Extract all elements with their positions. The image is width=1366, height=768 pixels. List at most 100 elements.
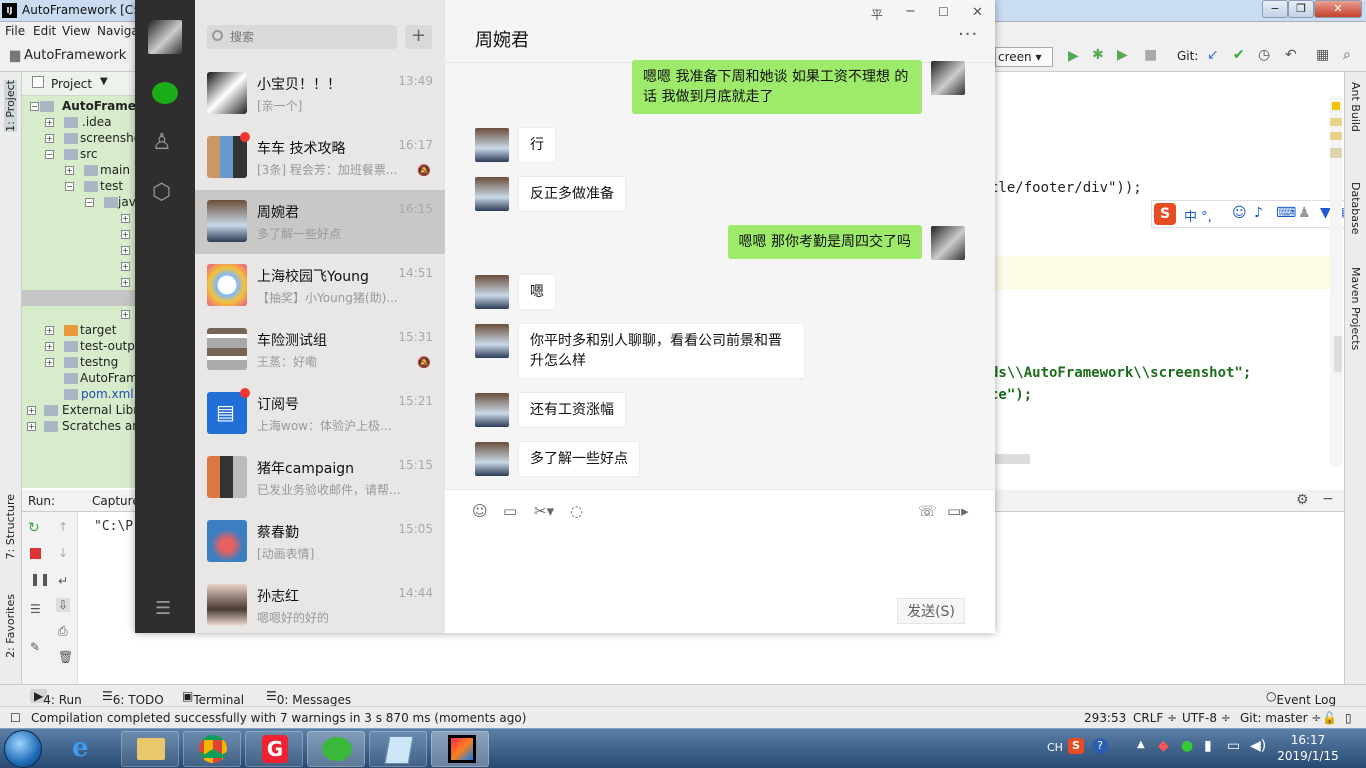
run-icon[interactable]: ▶ [1068,48,1079,64]
notepad-taskbar-button[interactable] [369,731,427,767]
language-indicator[interactable]: CH [1047,741,1063,754]
coverage-icon[interactable]: ▶ [1117,47,1128,63]
search-input[interactable] [230,25,390,49]
minimize-button[interactable]: − [905,4,916,19]
project-tool-tab[interactable]: 1: Project [4,80,17,132]
run-tool-tab[interactable]: ▶ 4: Run [30,689,82,707]
sogou-logo-icon[interactable]: S [1154,203,1176,225]
menu-edit[interactable]: Edit [33,24,56,38]
ant-build-tool-tab[interactable]: Ant Build [1349,82,1362,132]
message-bubble[interactable]: 反正多做准备 [518,176,626,212]
tree-expander[interactable]: + [45,342,54,351]
tree-expander[interactable]: + [45,134,54,143]
contacts-icon[interactable]: ♙ [152,130,172,155]
tree-expander[interactable]: + [45,118,54,127]
favorites-tool-tab[interactable]: 2: Favorites [4,594,17,658]
scissors-icon[interactable]: ✂▾ [534,502,554,520]
tree-item[interactable]: pom.xml [81,386,134,402]
database-tool-tab[interactable]: Database [1349,182,1362,235]
line-separator[interactable]: CRLF ÷ [1133,711,1177,725]
tree-item[interactable]: jav [118,194,136,210]
explorer-taskbar-button[interactable] [121,731,179,767]
sogou-tray-icon[interactable]: S [1068,738,1084,754]
tree-expander[interactable]: + [65,166,74,175]
up-arrow-icon[interactable]: ↑ [58,520,68,534]
maximize-button[interactable]: ☐ [938,5,949,19]
event-log-tab[interactable]: ○ Event Log [1266,689,1336,707]
tray-app-icon[interactable]: ◆ [1158,738,1169,754]
chat-history-icon[interactable]: ◌ [570,502,583,520]
tree-item[interactable]: screensho [80,130,141,146]
down-arrow-icon[interactable]: ↓ [58,546,68,560]
soft-wrap-icon[interactable]: ↵ [58,574,68,588]
network-icon[interactable]: ▭ [1227,738,1240,754]
send-button[interactable]: 发送(S) [897,598,965,624]
message-bubble[interactable]: 嗯嗯 我准备下周和她谈 如果工资不理想 的话 我做到月底就走了 [632,60,922,114]
trash-icon[interactable]: 🗑 [58,650,73,664]
menu-view[interactable]: View [62,24,90,38]
tree-expander[interactable]: + [27,422,36,431]
ime-mode-label[interactable]: 中 °, [1184,206,1212,225]
tree-item[interactable]: main [100,162,130,178]
message-bubble[interactable]: 多了解一些好点 [518,441,640,477]
tree-expander[interactable]: − [65,182,74,191]
message-avatar[interactable] [475,177,509,211]
conversation-item[interactable]: 孙志红 14:44 嗯嗯好的好的 [195,574,445,638]
message-bubble[interactable]: 还有工资涨幅 [518,392,626,428]
my-avatar[interactable] [148,20,182,54]
lock-icon[interactable]: 🔓 [1322,711,1337,725]
video-call-icon[interactable]: ▭▸ [947,502,969,520]
maven-tool-tab[interactable]: Maven Projects [1349,267,1362,350]
wechat-tray-icon[interactable]: ● [1181,738,1193,754]
message-avatar[interactable] [475,128,509,162]
message-avatar[interactable] [475,275,509,309]
tree-item[interactable]: target [80,322,117,338]
tree-selection[interactable] [22,290,142,306]
tree-item[interactable]: .idea [82,114,112,130]
conversation-item[interactable]: 蔡春勤 15:05 [动画表情] [195,510,445,574]
tree-expander[interactable]: + [121,262,130,271]
phone-icon[interactable]: ☏ [918,502,937,520]
tree-expander[interactable]: − [45,150,54,159]
device-icon[interactable]: ▮ [1204,738,1212,754]
tree-expander[interactable]: + [121,278,130,287]
tree-item[interactable]: testng [80,354,118,370]
structure-tool-tab[interactable]: 7: Structure [4,494,17,559]
warning-marker[interactable] [1330,118,1342,126]
emoji-icon[interactable]: ☺ [1232,205,1247,221]
start-button[interactable] [4,730,42,768]
caret-position[interactable]: 293:53 [1084,711,1126,725]
microphone-icon[interactable]: ♪ [1254,205,1263,221]
tree-item[interactable]: External Libra [62,402,146,418]
message-bubble[interactable]: 嗯 [518,274,556,310]
volume-icon[interactable]: ◀) [1250,738,1266,754]
hide-panel-icon[interactable]: − [1322,491,1334,507]
search-everywhere-icon[interactable]: ⌕ [1343,47,1351,63]
print-icon[interactable]: ⎙ [58,624,68,639]
git-commit-icon[interactable]: ✔ [1233,47,1245,63]
rerun-icon[interactable]: ↻ [28,520,40,536]
message-avatar[interactable] [475,442,509,476]
maximize-button[interactable]: ❐ [1288,0,1314,18]
tree-item[interactable]: test [100,178,123,194]
wechat-taskbar-button[interactable] [307,731,365,767]
pin-window-button[interactable]: 平 [871,6,883,23]
code-editor[interactable]: cle/footer/div")); ds\\AutoFramework\\sc… [990,96,1340,466]
scroll-to-end-icon[interactable]: ⇩ [56,598,71,612]
warning-marker[interactable] [1332,102,1340,110]
revert-icon[interactable]: ↶ [1285,47,1297,63]
tree-item[interactable]: AutoFram [80,370,138,386]
conversation-item[interactable]: ▤ 订阅号 15:21 上海wow：体验沪上极... [195,382,445,446]
intellij-taskbar-button[interactable] [431,731,489,767]
tree-expander[interactable]: + [121,310,130,319]
conversation-item[interactable]: 小宝贝！！！ 13:49 [亲一个] [195,62,445,126]
folder-icon[interactable]: ▭ [503,502,517,520]
tree-item[interactable]: src [80,146,98,162]
tree-expander[interactable]: + [121,230,130,239]
conversation-item[interactable]: 周婉君 16:15 多了解一些好点 [195,190,445,254]
dump-threads-icon[interactable]: ☰ [30,602,41,616]
close-button[interactable]: ✕ [972,5,983,20]
pin-icon[interactable]: ✎ [30,640,40,654]
pause-icon[interactable]: ❚❚ [30,572,50,586]
tree-expander[interactable]: + [27,406,36,415]
